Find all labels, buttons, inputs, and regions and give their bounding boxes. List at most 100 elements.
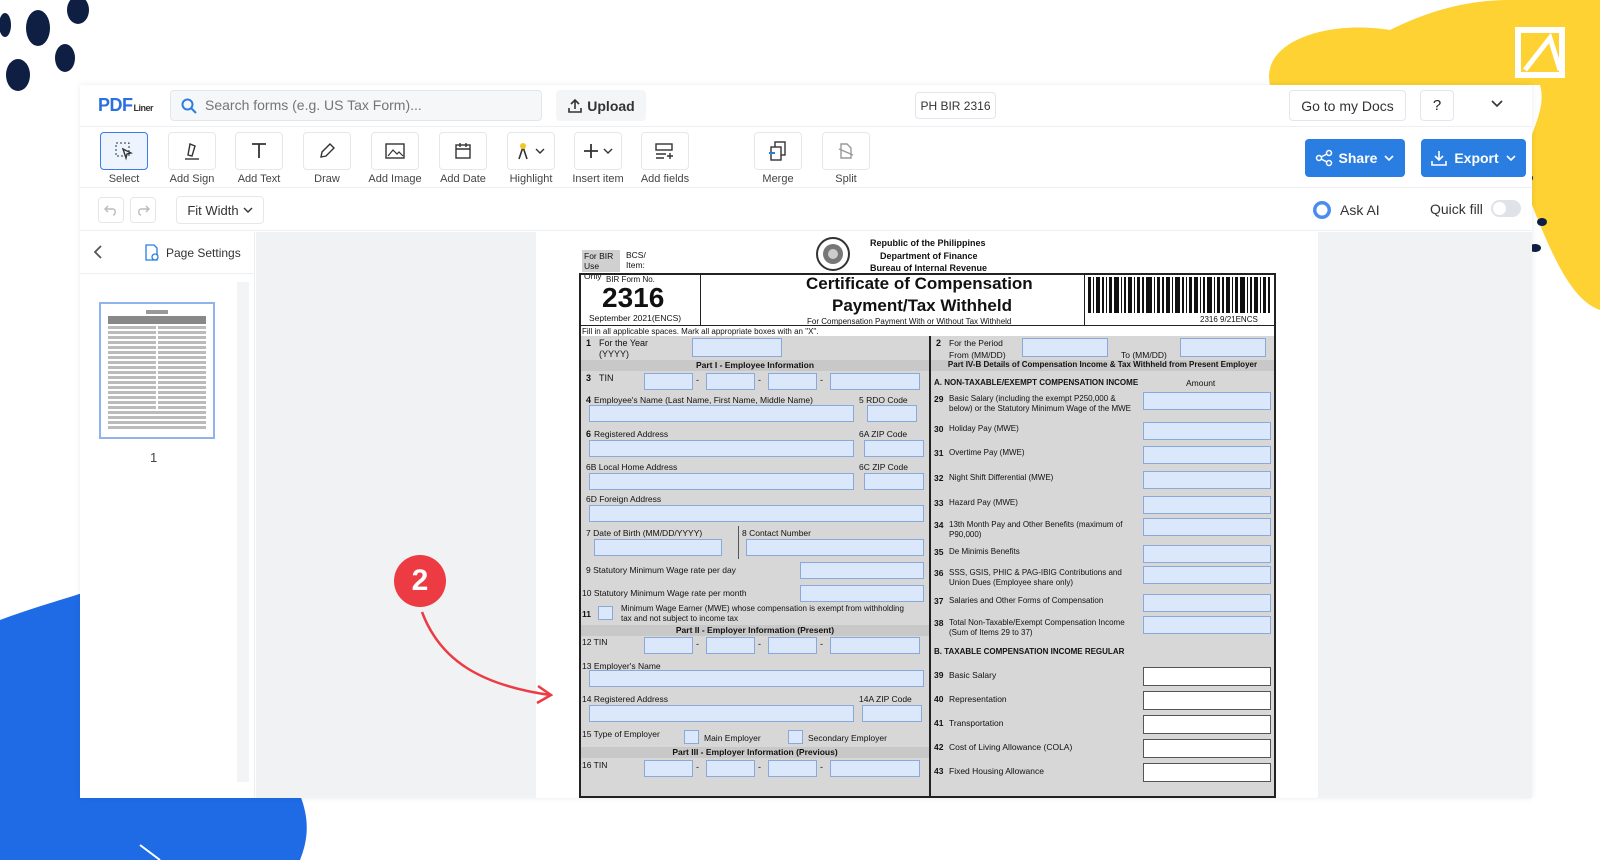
page-sidebar: Page Settings 1 (80, 232, 255, 798)
search-input[interactable] (205, 97, 525, 113)
amount-field[interactable] (1143, 616, 1271, 634)
item6b-label: 6B Local Home Address (586, 462, 678, 472)
zip-code-6c-field[interactable] (864, 473, 924, 490)
page-thumbnail[interactable] (99, 302, 215, 439)
item-label: Basic Salary (including the exempt P250,… (949, 394, 1131, 413)
min-wage-day-field[interactable] (800, 562, 924, 579)
employers-name-field[interactable] (589, 670, 924, 687)
chevron-down-icon[interactable] (1490, 97, 1504, 111)
item8-label: 8 Contact Number (742, 528, 811, 538)
contact-number-field[interactable] (746, 539, 924, 556)
prev-employer-tin-3[interactable] (768, 760, 817, 777)
tool-add-sign[interactable]: Add Sign (164, 132, 220, 185)
part1-header: Part I - Employee Information (581, 360, 929, 371)
sidebar-scrollbar[interactable] (237, 282, 249, 782)
item-label: Fixed Housing Allowance (949, 766, 1044, 776)
search-box[interactable] (170, 90, 542, 121)
export-button[interactable]: Export (1421, 139, 1526, 177)
employee-tin-4[interactable] (830, 373, 920, 390)
amount-field[interactable] (1143, 594, 1271, 612)
redo-button[interactable] (130, 197, 156, 223)
item-number: 29 (934, 394, 944, 404)
tool-merge[interactable]: Merge (750, 132, 806, 185)
period-to-field[interactable] (1180, 338, 1266, 357)
tool-add-date[interactable]: Add Date (435, 132, 491, 185)
for-year-field[interactable] (692, 338, 782, 357)
item-label: Cost of Living Allowance (COLA) (949, 742, 1073, 752)
share-button[interactable]: Share (1305, 139, 1405, 177)
go-to-my-docs-button[interactable]: Go to my Docs (1289, 90, 1406, 121)
part3-header: Part III - Employer Information (Previou… (581, 747, 929, 758)
foreign-address-field[interactable] (589, 505, 924, 522)
local-home-address-field[interactable] (589, 473, 854, 490)
prev-employer-tin-4[interactable] (830, 760, 920, 777)
zip-code-6a-field[interactable] (864, 440, 924, 457)
period-from-field[interactable] (1022, 338, 1108, 357)
tool-draw[interactable]: Draw (299, 132, 355, 185)
item-label: Overtime Pay (MWE) (949, 448, 1025, 457)
bir-seal-icon (816, 237, 850, 271)
employer-tin-4[interactable] (830, 637, 920, 654)
help-button[interactable]: ? (1420, 90, 1454, 121)
item-label: Representation (949, 694, 1007, 704)
upload-icon (568, 98, 583, 113)
amount-field[interactable] (1143, 566, 1271, 584)
quick-fill-control[interactable]: Quick fill (1430, 200, 1521, 217)
amount-field[interactable] (1143, 392, 1271, 410)
mwe-checkbox[interactable] (598, 606, 613, 620)
amount-field[interactable] (1143, 496, 1271, 514)
share-label: Share (1338, 150, 1378, 166)
registered-address-field[interactable] (589, 440, 854, 457)
main-employer-checkbox[interactable] (684, 730, 699, 744)
upload-button[interactable]: Upload (556, 90, 646, 121)
amount-field[interactable] (1143, 667, 1271, 686)
employee-name-field[interactable] (589, 405, 854, 422)
ask-ai-button[interactable]: Ask AI (1312, 200, 1380, 220)
min-wage-month-field[interactable] (800, 585, 924, 602)
rdo-code-field[interactable] (867, 405, 917, 422)
date-of-birth-field[interactable] (594, 539, 722, 556)
employer-tin-3[interactable] (768, 637, 817, 654)
tool-highlight[interactable]: Highlight (503, 132, 559, 185)
zip-code-14a-field[interactable] (862, 705, 922, 722)
page-settings-button[interactable]: Page Settings (144, 244, 241, 262)
employer-tin-1[interactable] (644, 637, 693, 654)
zoom-select[interactable]: Fit Width (176, 196, 264, 224)
amount-field[interactable] (1143, 422, 1271, 440)
chevron-down-icon (1384, 155, 1395, 162)
tool-add-text[interactable]: Add Text (231, 132, 287, 185)
amount-field[interactable] (1143, 715, 1271, 734)
employer-tin-2[interactable] (706, 637, 755, 654)
amount-field[interactable] (1143, 691, 1271, 710)
amount-field[interactable] (1143, 545, 1271, 563)
secondary-employer-checkbox[interactable] (788, 730, 803, 744)
amount-field[interactable] (1143, 763, 1271, 782)
amount-field[interactable] (1143, 518, 1271, 536)
tool-split[interactable]: Split (818, 132, 874, 185)
amount-field[interactable] (1143, 471, 1271, 489)
item-number: 43 (934, 766, 944, 776)
tool-add-image[interactable]: Add Image (367, 132, 423, 185)
prev-employer-tin-2[interactable] (706, 760, 755, 777)
item-number: 41 (934, 718, 944, 728)
section-b-label: B. TAXABLE COMPENSATION INCOME REGULAR (934, 647, 1125, 656)
tool-select[interactable]: Select (96, 132, 152, 185)
quick-fill-toggle[interactable] (1490, 200, 1521, 217)
tool-label: Merge (762, 173, 794, 185)
tool-add-fields[interactable]: Add fields (637, 132, 693, 185)
secondary-toolbar: Fit Width Ask AI Quick fill (80, 189, 1532, 231)
item-label: 13th Month Pay and Other Benefits (maxim… (949, 520, 1123, 539)
chevron-left-icon[interactable] (90, 244, 106, 260)
undo-button[interactable] (98, 197, 124, 223)
amount-field[interactable] (1143, 739, 1271, 758)
employee-tin-3[interactable] (768, 373, 817, 390)
amount-field[interactable] (1143, 446, 1271, 464)
employee-tin-2[interactable] (706, 373, 755, 390)
employee-tin-1[interactable] (644, 373, 693, 390)
app-logo[interactable]: PDFLiner (98, 95, 154, 116)
prev-employer-tin-1[interactable] (644, 760, 693, 777)
employer-address-field[interactable] (589, 705, 854, 722)
secondary-employer-label: Secondary Employer (808, 733, 887, 743)
tool-insert-item[interactable]: Insert item (570, 132, 626, 185)
header-line3: Bureau of Internal Revenue (870, 263, 988, 273)
